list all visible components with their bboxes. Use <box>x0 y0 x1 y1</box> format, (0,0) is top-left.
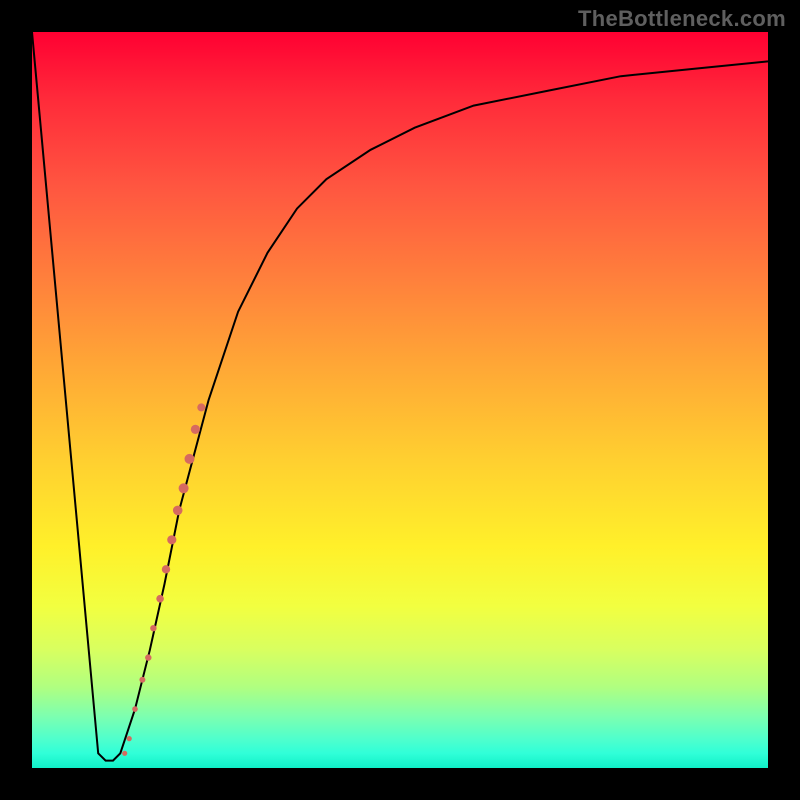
plot-area <box>32 32 768 768</box>
marker-13 <box>127 736 132 741</box>
chart-svg <box>32 32 768 768</box>
marker-8 <box>179 483 189 493</box>
marker-9 <box>185 454 195 464</box>
marker-10 <box>191 425 200 434</box>
bottleneck-curve <box>32 32 768 761</box>
marker-14 <box>122 751 127 756</box>
marker-1 <box>139 677 145 683</box>
marker-2 <box>145 654 151 660</box>
marker-5 <box>162 565 170 573</box>
marker-4 <box>156 595 164 603</box>
chart-frame: TheBottleneck.com <box>0 0 800 800</box>
marker-12 <box>132 706 138 712</box>
marker-group <box>122 403 205 756</box>
marker-11 <box>197 403 205 411</box>
watermark-text: TheBottleneck.com <box>578 6 786 32</box>
marker-6 <box>167 535 176 544</box>
marker-7 <box>173 506 183 516</box>
marker-3 <box>150 625 156 631</box>
